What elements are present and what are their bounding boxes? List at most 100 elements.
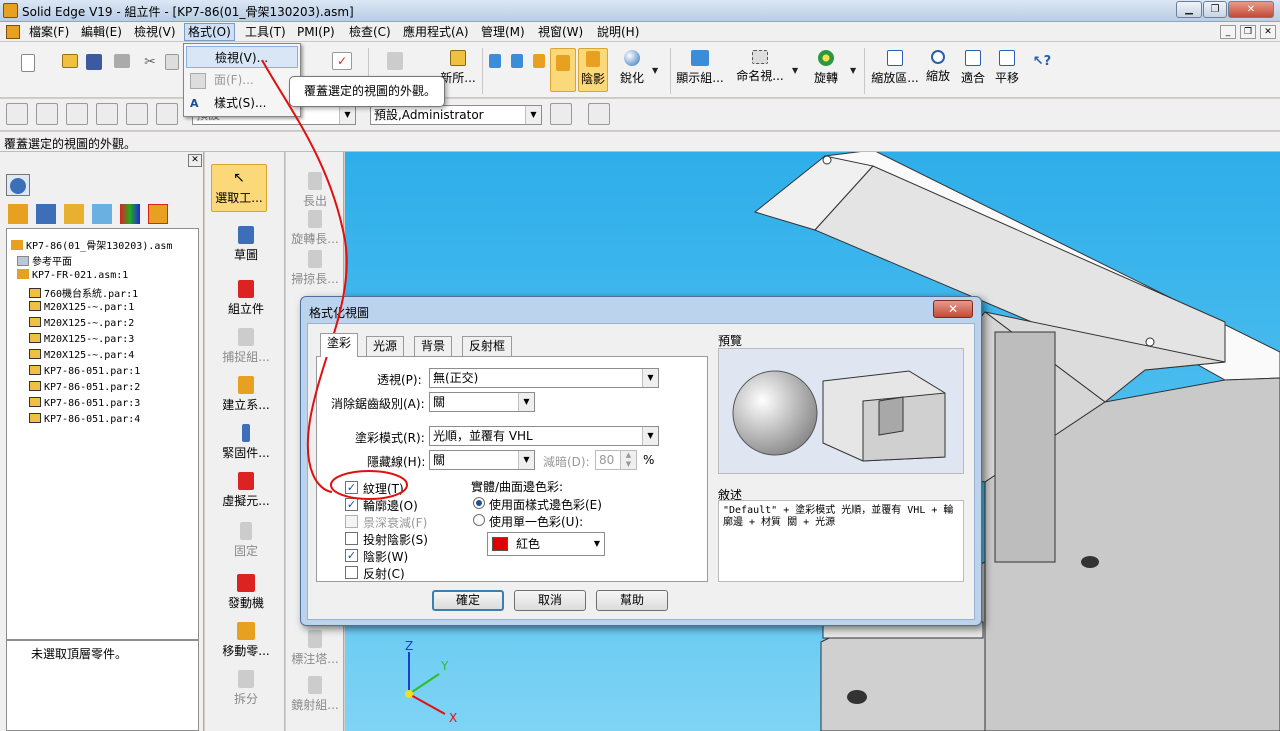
close-icon[interactable]: ✕ <box>188 154 202 167</box>
revolved-protrusion-button[interactable]: 旋轉長... <box>288 210 342 247</box>
tree-item[interactable]: KP7-FR-021.asm:1 <box>17 269 128 281</box>
display-config-button[interactable]: 顯示組... <box>676 50 724 86</box>
tool-icon[interactable] <box>6 103 28 125</box>
copy-button[interactable] <box>162 54 182 70</box>
sketch-button[interactable]: 草圖 <box>213 226 279 263</box>
save-button[interactable] <box>84 54 104 70</box>
tree-root[interactable]: KP7-86(01_骨架130203).asm <box>11 237 172 252</box>
mdi-restore-button[interactable]: ❐ <box>1240 25 1256 39</box>
hidden-lines-select[interactable]: 關 ▼ <box>429 450 535 470</box>
dim-spinner[interactable]: 80 ▲ ▼ <box>595 450 637 470</box>
tree-item[interactable]: M20X125-~.par:2 <box>29 317 134 329</box>
help-button[interactable]: 幫助 <box>596 590 668 611</box>
menu-pmi[interactable]: PMI(P) <box>294 24 338 40</box>
annotation-button[interactable]: 標注塔... <box>288 630 342 667</box>
tool-icon[interactable] <box>156 103 178 125</box>
refresh-button[interactable] <box>384 52 406 70</box>
edge-color-select[interactable]: 紅色 ▼ <box>487 532 605 556</box>
new-button[interactable] <box>16 54 40 72</box>
new-window-button[interactable]: 新所... <box>440 50 476 86</box>
view-iso-button[interactable] <box>486 54 504 68</box>
menu-format[interactable]: 格式(O) <box>184 23 235 41</box>
pathfinder-tab[interactable] <box>6 174 30 196</box>
menu-file[interactable]: 檔案(F) <box>26 24 72 40</box>
open-button[interactable] <box>60 54 80 68</box>
mdi-minimize-button[interactable]: _ <box>1220 25 1236 39</box>
shaded-button[interactable] <box>550 48 576 92</box>
menu-inspect[interactable]: 檢查(C) <box>346 24 394 40</box>
parts-tab-icon[interactable] <box>36 204 56 224</box>
tab-lighting[interactable]: 光源 <box>366 336 405 356</box>
view-dimetric-button[interactable] <box>508 54 526 68</box>
tab-shading[interactable]: 塗彩 <box>320 333 359 357</box>
minimize-button[interactable]: ▁ <box>1176 1 1202 18</box>
capture-fit-button[interactable]: 捕捉組... <box>213 328 279 365</box>
reflection-checkbox[interactable] <box>345 566 358 579</box>
tree-item[interactable]: M20X125-~.par:1 <box>29 301 134 313</box>
assembly-tab-icon[interactable] <box>8 204 28 224</box>
tree-item[interactable]: KP7-86-051.par:3 <box>29 397 140 409</box>
tree-item[interactable]: KP7-86-051.par:2 <box>29 381 140 393</box>
tool-icon[interactable] <box>126 103 148 125</box>
menu-item-style[interactable]: 樣式(S)... <box>186 92 298 114</box>
ok-button[interactable]: 確定 <box>432 590 504 611</box>
menu-item-face[interactable]: 面(F)... <box>186 69 298 91</box>
colors-tab-icon[interactable] <box>120 204 140 224</box>
zoom-button[interactable]: 縮放 <box>924 50 952 84</box>
tool-icon[interactable] <box>588 103 610 125</box>
tab-reflective[interactable]: 反射框 <box>462 336 513 356</box>
view-trimetric-button[interactable] <box>530 54 548 68</box>
tool-icon[interactable] <box>96 103 118 125</box>
user-combo[interactable]: 預設,Administrator ▼ <box>370 105 542 125</box>
tree-item[interactable]: M20X125-~.par:4 <box>29 349 134 361</box>
tree-item[interactable]: 參考平面 <box>17 253 72 268</box>
antialias-select[interactable]: 關 ▼ <box>429 392 535 412</box>
tool-icon[interactable] <box>36 103 58 125</box>
menu-tools[interactable]: 工具(T) <box>242 24 289 40</box>
menu-edit[interactable]: 編輯(E) <box>78 24 125 40</box>
move-parts-button[interactable]: 移動零... <box>213 622 279 659</box>
rotate-dropdown-arrow[interactable]: ▼ <box>850 66 856 75</box>
check-button[interactable]: ✓ <box>330 52 354 70</box>
select-tool-button[interactable]: ↖ 選取工... <box>211 164 267 212</box>
swept-protrusion-button[interactable]: 掃掠長... <box>288 250 342 287</box>
protrusion-button[interactable]: 長出 <box>288 172 342 209</box>
assembly-button[interactable]: 組立件 <box>213 280 279 317</box>
named-view-dropdown-arrow[interactable]: ▼ <box>792 66 798 75</box>
named-view-button[interactable]: 命名視... <box>734 50 786 84</box>
shadow-button[interactable]: 陰影 <box>578 48 608 92</box>
cancel-button[interactable]: 取消 <box>514 590 586 611</box>
menu-manage[interactable]: 管理(M) <box>478 24 528 40</box>
ground-button[interactable]: 固定 <box>213 522 279 559</box>
whats-this-button[interactable]: ↖? <box>1032 54 1052 72</box>
properties-tab-icon[interactable] <box>148 204 168 224</box>
menu-help[interactable]: 說明(H) <box>594 24 642 40</box>
menu-window[interactable]: 視窗(W) <box>535 24 586 40</box>
rotate-button[interactable]: 旋轉 <box>808 50 844 86</box>
cut-button[interactable]: ✂ <box>140 54 160 72</box>
sharpen-dropdown-arrow[interactable]: ▼ <box>652 66 658 75</box>
pan-button[interactable]: 平移 <box>992 50 1022 86</box>
sharpen-button[interactable]: 銳化 <box>615 50 649 86</box>
motor-button[interactable]: 發動機 <box>213 574 279 611</box>
depth-fade-checkbox[interactable] <box>345 515 358 528</box>
face-style-edge-radio[interactable] <box>473 497 485 509</box>
menu-applications[interactable]: 應用程式(A) <box>400 24 472 40</box>
tree-item[interactable]: 760機台系統.par:1 <box>29 285 138 300</box>
menu-item-view-format[interactable]: 檢視(V)... <box>186 46 298 68</box>
tab-background[interactable]: 背景 <box>414 336 453 356</box>
render-mode-select[interactable]: 光順，並覆有 VHL ▼ <box>429 426 659 446</box>
maximize-button[interactable]: ❐ <box>1203 1 1227 18</box>
mirror-component-button[interactable]: 鏡射組... <box>288 676 342 713</box>
tree-item[interactable]: M20X125-~.par:3 <box>29 333 134 345</box>
create-system-button[interactable]: 建立系... <box>213 376 279 413</box>
library-tab-icon[interactable] <box>92 204 112 224</box>
tool-icon[interactable] <box>550 103 572 125</box>
tool-icon[interactable] <box>66 103 88 125</box>
mdi-close-button[interactable]: ✕ <box>1260 25 1276 39</box>
dialog-close-button[interactable]: ✕ <box>933 300 973 318</box>
perspective-select[interactable]: 無(正交) ▼ <box>429 368 659 388</box>
menu-view[interactable]: 檢視(V) <box>131 24 179 40</box>
virtual-component-button[interactable]: 虛擬元... <box>213 472 279 509</box>
layers-tab-icon[interactable] <box>64 204 84 224</box>
